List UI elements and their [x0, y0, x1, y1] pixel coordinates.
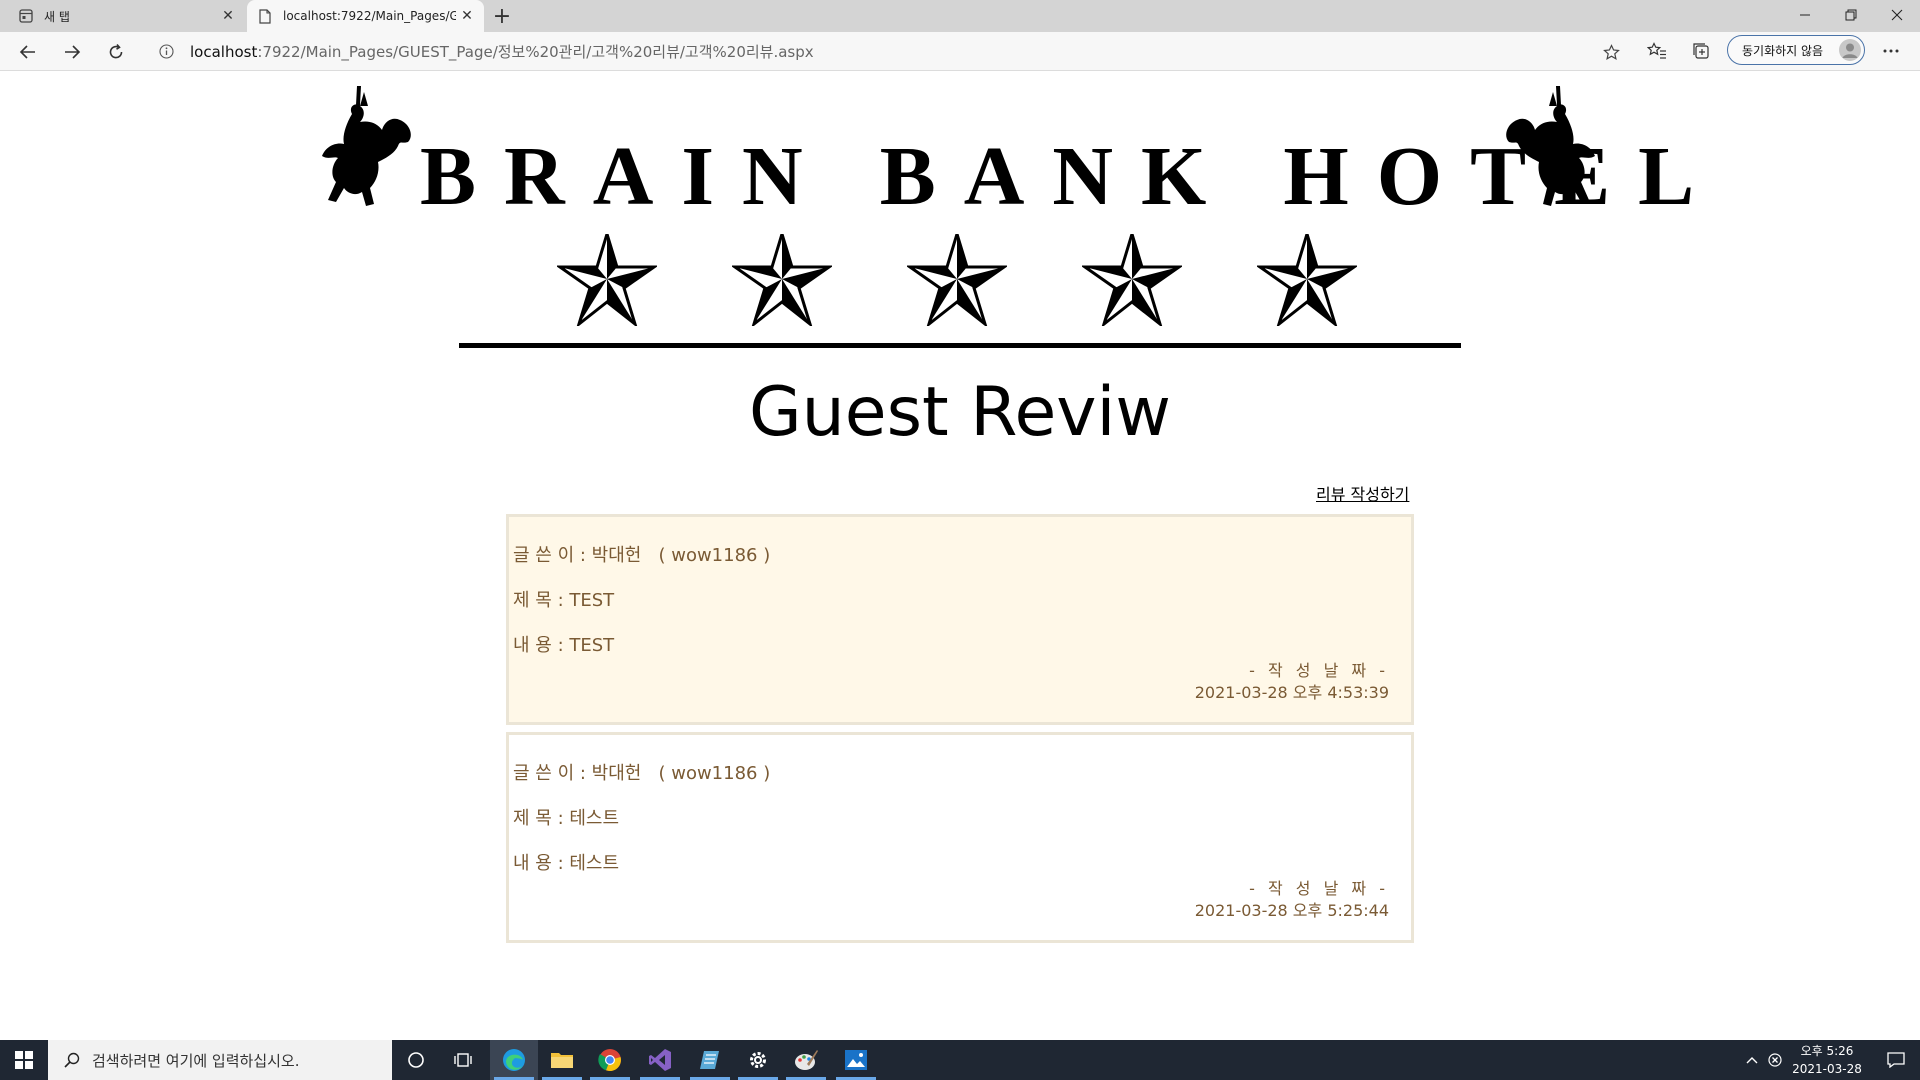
address-bar[interactable]: localhost:7922/Main_Pages/GUEST_Page/정보%…	[144, 36, 1629, 66]
collections-icon[interactable]	[1690, 40, 1712, 62]
windows-logo-icon	[15, 1051, 33, 1069]
minimize-icon	[1800, 14, 1810, 16]
arrow-right-icon	[65, 45, 81, 59]
notification-center-icon[interactable]	[1876, 1040, 1916, 1080]
tab-title: 새 탭	[44, 9, 70, 24]
show-hidden-icons-chevron-icon[interactable]	[1742, 1040, 1762, 1080]
minimize-button[interactable]	[1782, 0, 1828, 30]
review-date: 2021-03-28 오후 4:53:39	[1194, 683, 1389, 702]
taskbar-search-box[interactable]: 검색하려면 여기에 입력하십시오.	[48, 1040, 392, 1080]
close-icon[interactable]: ✕	[456, 5, 478, 27]
star-icon	[732, 234, 832, 326]
paint-icon[interactable]	[782, 1040, 830, 1080]
review-writer: 글 쓴 이 : 박대헌 ( wow1186 )	[513, 759, 770, 785]
close-window-button[interactable]	[1874, 0, 1920, 30]
review-date: 2021-03-28 오후 5:25:44	[1194, 901, 1389, 920]
review-writer-name: 글 쓴 이 : 박대헌	[513, 763, 642, 784]
review-writer-id: ( wow1186 )	[658, 763, 771, 784]
favorite-star-icon[interactable]	[1601, 42, 1621, 62]
close-icon	[1891, 9, 1903, 21]
photos-icon[interactable]	[832, 1040, 880, 1080]
review-writer-name: 글 쓴 이 : 박대헌	[513, 545, 642, 566]
new-tab-page-icon	[18, 8, 34, 24]
notepad-icon[interactable]	[686, 1040, 734, 1080]
refresh-button[interactable]	[102, 38, 130, 66]
sync-label: 동기화하지 않음	[1742, 43, 1824, 58]
clock-time: 오후 5:26	[1800, 1044, 1854, 1058]
taskbar-clock[interactable]: 오후 5:26 2021-03-28	[1782, 1042, 1872, 1078]
review-date-label: - 작 성 날 짜 -	[1249, 661, 1389, 680]
review-subject: 제 목 : TEST	[513, 590, 615, 611]
settings-icon[interactable]	[734, 1040, 782, 1080]
visual-studio-icon[interactable]	[636, 1040, 684, 1080]
tab-localhost[interactable]: localhost:7922/Main_Pages/GUE ✕	[247, 0, 484, 32]
url-host: localhost	[190, 42, 258, 61]
write-review-link[interactable]: 리뷰 작성하기	[1316, 481, 1409, 505]
windows-taskbar: 검색하려면 여기에 입력하십시오. 오후 5:26 2021-03-28	[0, 1040, 1920, 1080]
arrow-left-icon	[19, 45, 35, 59]
search-icon	[62, 1050, 82, 1070]
back-button[interactable]	[14, 38, 42, 66]
avatar	[1839, 39, 1861, 61]
star-icon	[1257, 234, 1357, 326]
header-divider	[459, 343, 1461, 348]
chrome-icon[interactable]	[586, 1040, 634, 1080]
more-options-icon[interactable]	[1880, 40, 1902, 62]
restore-icon	[1845, 9, 1857, 21]
review-writer: 글 쓴 이 : 박대헌 ( wow1186 )	[513, 541, 770, 567]
tab-title: localhost:7922/Main_Pages/GUE	[283, 9, 456, 23]
sync-profile-button[interactable]: 동기화하지 않음	[1727, 35, 1865, 65]
info-icon[interactable]	[158, 43, 174, 59]
clock-date: 2021-03-28	[1792, 1062, 1862, 1076]
forward-button[interactable]	[58, 38, 86, 66]
review-writer-id: ( wow1186 )	[658, 545, 771, 566]
edge-icon[interactable]	[490, 1040, 538, 1080]
close-icon[interactable]: ✕	[217, 5, 239, 27]
search-placeholder: 검색하려면 여기에 입력하십시오.	[92, 1051, 300, 1070]
review-subject: 제 목 : 테스트	[513, 808, 620, 829]
hotel-logo-text: BRAIN BANK HOTEL	[420, 130, 1723, 223]
knight-logo-left	[322, 85, 411, 206]
new-tab-button[interactable]: +	[490, 4, 514, 29]
review-content: 내 용 : TEST	[513, 635, 615, 656]
star-icon	[557, 234, 657, 326]
review-content: 내 용 : 테스트	[513, 853, 620, 874]
page-icon	[257, 8, 273, 24]
browser-toolbar: localhost:7922/Main_Pages/GUEST_Page/정보%…	[0, 32, 1920, 71]
file-explorer-icon[interactable]	[538, 1040, 586, 1080]
review-card: 글 쓴 이 : 박대헌 ( wow1186 ) 제 목 : TEST 내 용 :…	[506, 514, 1414, 725]
review-card: 글 쓴 이 : 박대헌 ( wow1186 ) 제 목 : 테스트 내 용 : …	[506, 732, 1414, 943]
star-icon	[907, 234, 1007, 326]
browser-tab-strip: 새 탭 ✕ localhost:7922/Main_Pages/GUE ✕ +	[0, 0, 1920, 32]
favorites-icon[interactable]	[1646, 40, 1668, 62]
star-icon	[1082, 234, 1182, 326]
url-text[interactable]: localhost:7922/Main_Pages/GUEST_Page/정보%…	[190, 41, 814, 62]
task-view-icon[interactable]	[440, 1040, 488, 1080]
start-button[interactable]	[0, 1040, 48, 1080]
refresh-icon	[109, 43, 123, 59]
tab-new-tab[interactable]: 새 탭 ✕	[0, 0, 245, 32]
url-path: :7922/Main_Pages/GUEST_Page/정보%20관리/고객%2…	[257, 42, 814, 61]
cortana-icon[interactable]	[392, 1040, 440, 1080]
restore-button[interactable]	[1828, 0, 1874, 30]
page-title: Guest Reviw	[748, 373, 1172, 452]
review-date-label: - 작 성 날 짜 -	[1249, 879, 1389, 898]
